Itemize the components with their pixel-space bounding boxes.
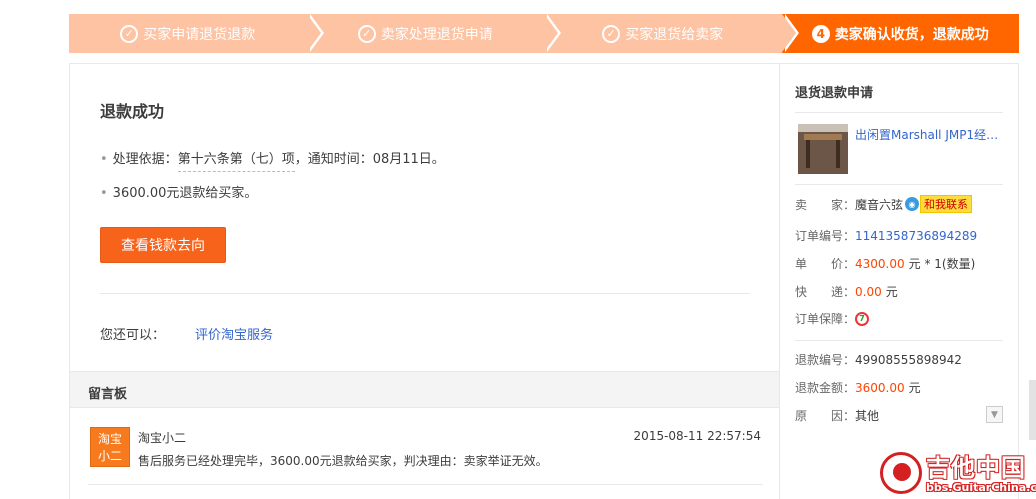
divider	[795, 184, 1003, 185]
seller-name[interactable]: 魔音六弦	[855, 196, 903, 213]
check-icon: ✓	[602, 24, 621, 43]
view-money-flow-button[interactable]: 查看钱款去向	[100, 227, 226, 263]
message-time: 2015-08-11 22:57:54	[633, 429, 761, 443]
also-label: 您还可以：	[100, 328, 166, 343]
product-link[interactable]: 出闲置Marshall JMP1经典前级	[855, 126, 1005, 143]
contact-me-button[interactable]: 和我联系	[920, 195, 973, 213]
basis-label: 处理依据：	[112, 152, 178, 167]
refund-amount-row: 退款金额： 3600.00 元	[795, 379, 921, 396]
refund-info: • 3600.00元退款给买家。	[100, 182, 257, 201]
step-2-label: 卖家处理退货申请	[380, 26, 493, 43]
check-icon: ✓	[357, 24, 376, 43]
divider	[795, 340, 1003, 341]
chevron-down-icon[interactable]: ▼	[986, 406, 1003, 423]
divider	[88, 484, 763, 485]
shipping-value: 0.00	[855, 284, 882, 299]
avatar: 淘宝 小二	[90, 427, 130, 467]
check-icon: ✓	[120, 24, 139, 43]
product-thumbnail[interactable]	[798, 124, 848, 174]
side-title: 退货退款申请	[795, 86, 874, 101]
guitar-logo-icon	[880, 452, 922, 494]
step-4-current: 4 卖家确认收货，退款成功	[781, 14, 1019, 53]
watermark-url: bbs.GuitarChina.com	[926, 481, 1036, 494]
refund-amount-unit: 元	[908, 381, 921, 395]
message-board-title: 留言板	[88, 387, 128, 402]
message-board-header: 留言板	[70, 371, 779, 408]
basis-value[interactable]: 第十六条第（七）项	[177, 152, 295, 172]
price-unit: 元 * 1(数量)	[908, 257, 976, 271]
order-label: 订单编号：	[795, 229, 856, 243]
shipping-label: 快 递：	[795, 285, 856, 299]
step-4-label: 卖家确认收货，退款成功	[834, 26, 989, 43]
reason-label: 原 因：	[795, 409, 856, 423]
order-row: 订单编号： 1141358736894289	[795, 227, 977, 244]
price-row: 单 价： 4300.00 元 * 1(数量)	[795, 255, 975, 272]
refund-number: 49908555898942	[855, 352, 962, 367]
seller-row: 卖 家： 魔音六弦 ◉ 和我联系	[795, 195, 973, 213]
refund-amount-label: 退款金额：	[795, 381, 856, 395]
basis-info: • 处理依据：第十六条第（七）项，通知时间：08月11日。	[100, 148, 445, 172]
bullet-dot: •	[100, 186, 108, 201]
message-text: 售后服务已经处理完毕，3600.00元退款给买家，判决理由：卖家举证无效。	[138, 454, 548, 468]
price-label: 单 价：	[795, 257, 856, 271]
refund-number-row: 退款编号： 49908555898942	[795, 351, 962, 368]
step-1-label: 买家申请退货退款	[143, 26, 256, 43]
refund-amount: 3600.00	[855, 380, 905, 395]
step-number-badge: 4	[811, 24, 830, 43]
step-3-label: 买家退货给卖家	[625, 26, 724, 43]
order-side-panel: 退货退款申请 出闲置Marshall JMP1经典前级 卖 家： 魔音六弦 ◉ …	[779, 63, 1019, 499]
reason-row: 原 因： 其他	[795, 407, 879, 424]
step-2: ✓ 卖家处理退货申请	[306, 14, 561, 53]
avatar-line-2: 小二	[97, 449, 122, 463]
watermark: 吉他中国 bbs.GuitarChina.com	[880, 448, 1036, 499]
seller-label: 卖 家：	[795, 197, 856, 212]
reason-value: 其他	[855, 409, 880, 423]
step-1: ✓ 买家申请退货退款	[69, 14, 323, 53]
scrollbar[interactable]	[1029, 380, 1036, 440]
guarantee-icon[interactable]: 7	[855, 311, 869, 326]
order-number-link[interactable]: 1141358736894289	[855, 229, 977, 243]
wangwang-icon[interactable]: ◉	[905, 197, 920, 211]
refund-number-label: 退款编号：	[795, 353, 856, 367]
notice-text: ，通知时间：08月11日。	[294, 152, 445, 167]
avatar-line-1: 淘宝	[97, 432, 122, 446]
refund-text: 3600.00元退款给买家。	[112, 186, 258, 201]
watermark-text: 吉他中国	[926, 454, 1026, 482]
step-3: ✓ 买家退货给卖家	[544, 14, 798, 53]
page-title: 退款成功	[100, 102, 165, 121]
message-author: 淘宝小二	[138, 431, 187, 445]
main-panel: 退款成功 • 处理依据：第十六条第（七）项，通知时间：08月11日。 • 3600.…	[69, 63, 780, 499]
bullet-dot: •	[100, 152, 108, 167]
rate-service-link[interactable]: 评价淘宝服务	[195, 324, 273, 343]
divider	[100, 293, 750, 294]
shipping-unit: 元	[885, 285, 898, 299]
guarantee-row: 订单保障： 7	[795, 310, 869, 327]
guarantee-label: 订单保障：	[795, 312, 856, 326]
divider	[795, 112, 1003, 113]
price-value: 4300.00	[855, 256, 905, 271]
shipping-row: 快 递： 0.00 元	[795, 283, 898, 300]
progress-steps: ✓ 买家申请退货退款 ✓ 卖家处理退货申请 ✓ 买家退货给卖家 4 卖家确认收货…	[69, 14, 1019, 53]
